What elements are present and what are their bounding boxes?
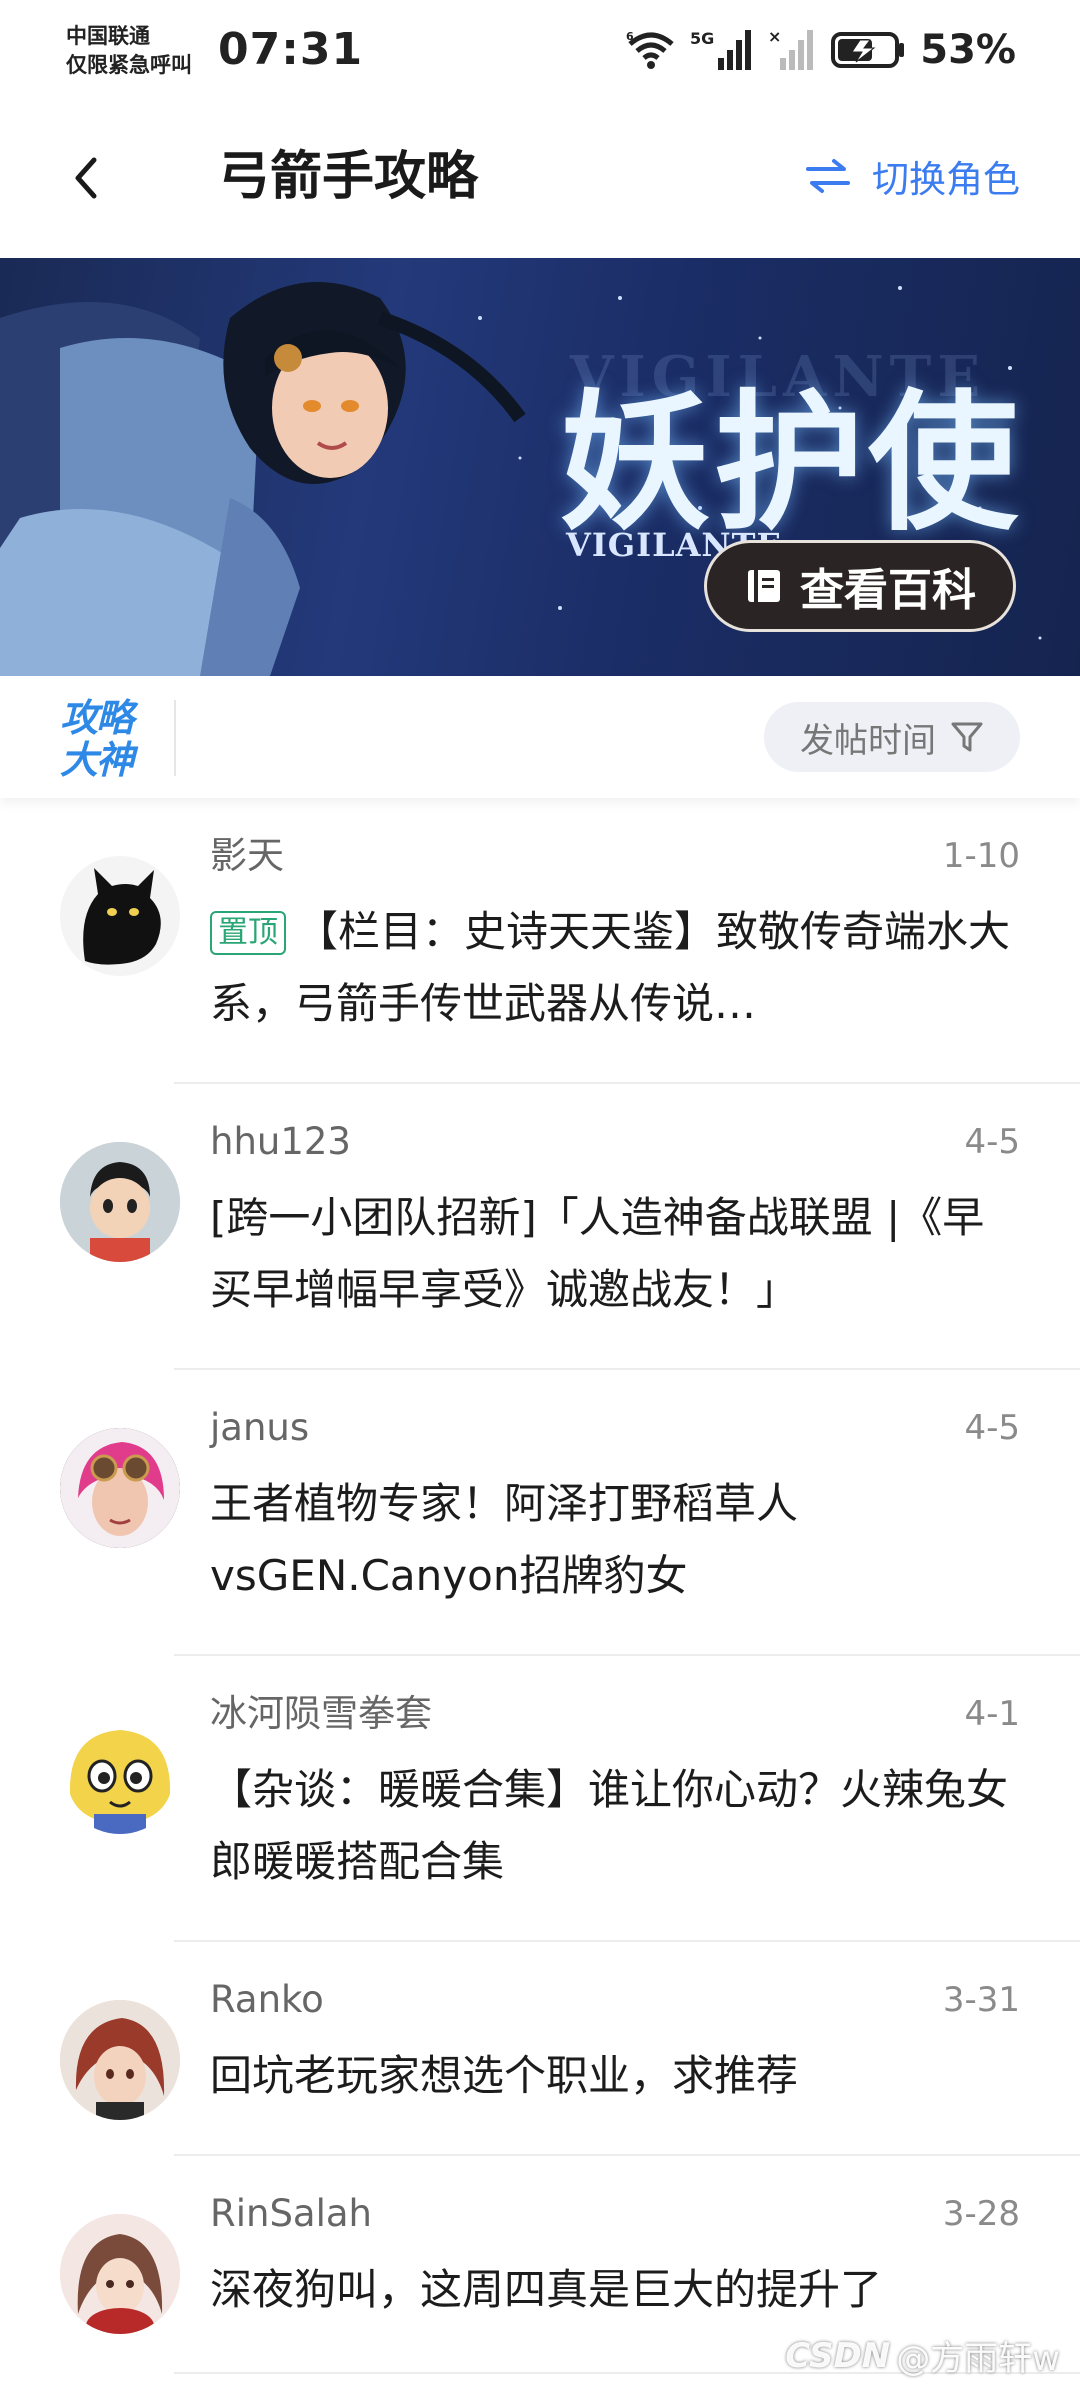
guide-master-logo[interactable]: 攻略 大神 — [60, 696, 146, 782]
filter-bar: 攻略 大神 发帖时间 — [0, 676, 1080, 798]
post-item[interactable]: Ranko 3-31 回坑老玩家想选个职业，求推荐 — [0, 1942, 1080, 2156]
pinned-badge: 置顶 — [210, 911, 286, 955]
post-title[interactable]: 置顶 【栏目：史诗天天鉴】致敬传奇端水大系，弓箭手传世武器从传说… — [210, 896, 1020, 1040]
watermark-brand: CSDN — [785, 2335, 891, 2376]
sort-by-post-time-button[interactable]: 发帖时间 — [764, 702, 1020, 772]
post-title[interactable]: [跨一小团队招新]「人造神备战联盟 |《早买早增幅早享受》诚邀战友！」 — [210, 1182, 1020, 1326]
post-item[interactable]: hhu123 4-5 [跨一小团队招新]「人造神备战联盟 |《早买早增幅早享受》… — [0, 1084, 1080, 1370]
svg-text:×: × — [768, 28, 781, 46]
post-item[interactable]: janus 4-5 王者植物专家！阿泽打野稻草人vsGEN.Canyon招牌豹女 — [0, 1370, 1080, 1656]
post-date: 3-28 — [942, 2194, 1020, 2234]
divider — [174, 700, 176, 776]
logo-line-2: 大神 — [60, 738, 134, 782]
no-signal-icon: × — [768, 28, 814, 70]
filter-funnel-icon — [951, 722, 983, 752]
switch-role-button[interactable]: 切换角色 — [806, 146, 1020, 206]
avatar[interactable] — [60, 1428, 180, 1548]
post-date: 3-31 — [942, 1980, 1020, 2020]
status-time: 07:31 — [218, 24, 364, 75]
post-author[interactable]: 影天 — [210, 832, 284, 880]
watermark-handle: @方雨轩w — [896, 2339, 1060, 2379]
wifi-icon: 6 — [626, 30, 674, 69]
carrier-info: 中国联通 仅限紧急呼叫 — [66, 22, 192, 80]
post-author[interactable]: 冰河陨雪拳套 — [210, 1690, 432, 1738]
character-banner[interactable]: VIGILANTE 妖护使 VIGILANTE 查看百科 — [0, 258, 1080, 676]
post-title-text: 【栏目：史诗天天鉴】致敬传奇端水大系，弓箭手传世武器从传说… — [210, 907, 1011, 1028]
banner-title: 妖护使 — [560, 375, 1023, 551]
post-list: 影天 1-10 置顶 【栏目：史诗天天鉴】致敬传奇端水大系，弓箭手传世武器从传说…… — [0, 798, 1080, 2374]
sort-label: 发帖时间 — [800, 720, 936, 761]
post-author[interactable]: Ranko — [210, 1976, 324, 2024]
avatar[interactable] — [60, 1714, 180, 1834]
battery-icon — [831, 32, 905, 68]
signal-icon: 5G — [690, 29, 752, 70]
character-artwork — [0, 282, 526, 676]
post-date: 4-5 — [964, 1122, 1020, 1162]
post-title[interactable]: 王者植物专家！阿泽打野稻草人vsGEN.Canyon招牌豹女 — [210, 1468, 1020, 1612]
post-author[interactable]: janus — [210, 1404, 309, 1452]
source-watermark: CSDN @方雨轩w — [785, 2331, 1060, 2380]
post-title[interactable]: 回坑老玩家想选个职业，求推荐 — [210, 2040, 1020, 2112]
avatar[interactable] — [60, 856, 180, 976]
post-date: 4-1 — [964, 1694, 1020, 1734]
post-title[interactable]: 【杂谈：暖暖合集】谁让你心动？火辣兔女郎暖暖搭配合集 — [210, 1754, 1020, 1898]
back-arrow-icon[interactable] — [60, 150, 116, 206]
avatar[interactable] — [60, 2000, 180, 2120]
status-icons: 6 5G × 53% — [626, 24, 1016, 76]
post-title[interactable]: 深夜狗叫，这周四真是巨大的提升了 — [210, 2254, 1020, 2326]
emergency-only-label: 仅限紧急呼叫 — [66, 53, 192, 77]
svg-text:6: 6 — [626, 30, 634, 43]
switch-role-label: 切换角色 — [872, 158, 1020, 201]
post-item[interactable]: 影天 1-10 置顶 【栏目：史诗天天鉴】致敬传奇端水大系，弓箭手传世武器从传说… — [0, 798, 1080, 1084]
post-item[interactable]: 冰河陨雪拳套 4-1 【杂谈：暖暖合集】谁让你心动？火辣兔女郎暖暖搭配合集 — [0, 1656, 1080, 1942]
view-wiki-button[interactable]: 查看百科 — [704, 540, 1016, 632]
carrier-name: 中国联通 — [66, 24, 150, 48]
battery-percent: 53% — [920, 27, 1016, 73]
post-date: 4-5 — [964, 1408, 1020, 1448]
book-icon — [748, 570, 780, 602]
view-wiki-label: 查看百科 — [800, 565, 976, 616]
page-title: 弓箭手攻略 — [218, 147, 479, 207]
svg-text:5G: 5G — [690, 29, 714, 48]
avatar[interactable] — [60, 1142, 180, 1262]
post-date: 1-10 — [942, 836, 1020, 876]
post-author[interactable]: RinSalah — [210, 2190, 372, 2238]
status-bar: 中国联通 仅限紧急呼叫 07:31 6 5G × 53% — [0, 0, 1080, 100]
swap-arrows-icon — [806, 159, 850, 193]
logo-line-1: 攻略 — [60, 696, 134, 740]
post-author[interactable]: hhu123 — [210, 1118, 351, 1166]
avatar[interactable] — [60, 2214, 180, 2334]
top-app-bar: 弓箭手攻略 切换角色 — [0, 100, 1080, 256]
